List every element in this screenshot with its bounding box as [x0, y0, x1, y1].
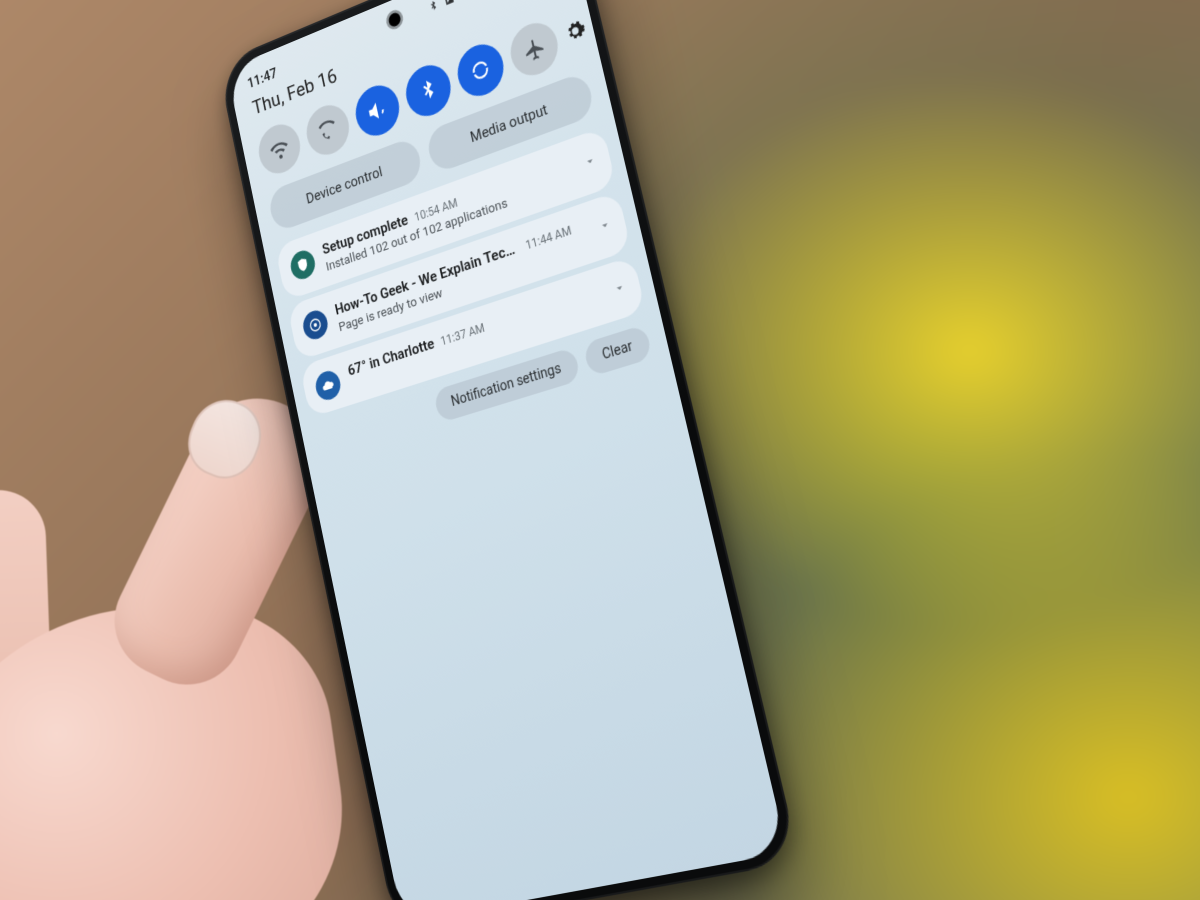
qs-settings-button[interactable] — [563, 16, 589, 50]
scene: 11:47 5G+ — [0, 0, 1200, 900]
cloud-icon — [313, 368, 343, 403]
chevron-down-icon[interactable] — [611, 278, 628, 301]
notification-time: 11:44 AM — [524, 223, 572, 252]
chevron-down-icon[interactable] — [597, 215, 614, 238]
gear-icon — [563, 17, 588, 49]
phone-frame: 11:47 5G+ — [217, 0, 800, 900]
phone-screen: 11:47 5G+ — [227, 0, 788, 900]
shield-check-icon — [288, 247, 317, 283]
chrome-icon — [301, 307, 330, 342]
notification-shade: 11:47 5G+ — [227, 0, 788, 900]
notification-time: 11:37 AM — [439, 321, 485, 349]
chevron-down-icon[interactable] — [582, 151, 599, 174]
clear-notifications-button[interactable]: Clear — [582, 324, 653, 377]
notification-title: 67° in Charlotte — [346, 334, 436, 379]
